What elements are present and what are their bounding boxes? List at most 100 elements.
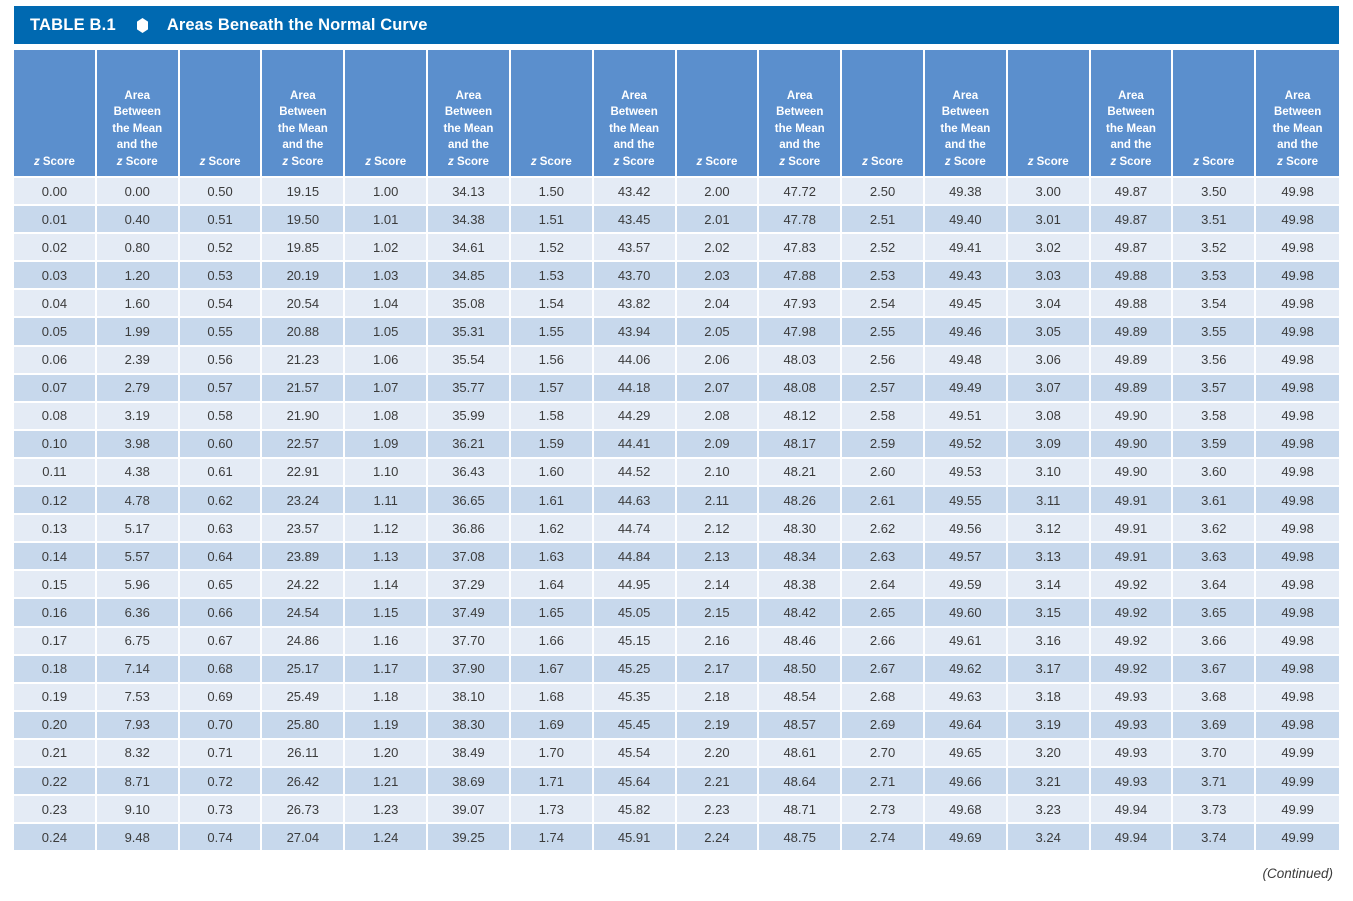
cell-area: 49.93	[1090, 683, 1174, 712]
cell-z-score: 3.63	[1173, 543, 1257, 572]
cell-area: 49.98	[1256, 374, 1339, 403]
cell-area: 49.98	[1256, 599, 1339, 628]
cell-z-score: 1.67	[510, 655, 594, 684]
cell-z-score: 2.08	[676, 402, 760, 431]
cell-area: 43.82	[593, 290, 677, 319]
table-row: 0.04 1.60 0.54 20.54 1.04 35.08 1.54 43.82 2.04 4…	[14, 290, 1339, 319]
header-area-line: Area	[455, 89, 482, 102]
column-header-area-between-mean-and-z: Area Between the Mean and the z Score	[924, 50, 1008, 178]
cell-z-score: 3.17	[1007, 655, 1091, 684]
cell-area: 49.45	[924, 290, 1008, 319]
cell-area: 48.42	[759, 599, 843, 628]
cell-area: 9.10	[96, 796, 180, 825]
cell-z-score: 0.19	[14, 683, 97, 712]
column-header-area-between-mean-and-z: Area Between the Mean and the z Score	[759, 50, 843, 178]
cell-area: 23.57	[262, 515, 346, 544]
cell-area: 26.11	[262, 739, 346, 768]
cell-area: 21.23	[262, 346, 346, 375]
header-z-score-label: z Score	[779, 155, 821, 168]
cell-z-score: 0.12	[14, 487, 97, 516]
table-title-bar: TABLE B.1 Areas Beneath the Normal Curve	[14, 6, 1339, 44]
table-row: 0.20 7.93 0.70 25.80 1.19 38.30 1.69 45.45 2.19 4…	[14, 711, 1339, 740]
cell-area: 34.13	[428, 178, 511, 207]
cell-area: 24.54	[262, 599, 346, 628]
cell-area: 44.74	[593, 515, 677, 544]
cell-area: 49.65	[924, 739, 1008, 768]
cell-z-score: 0.55	[179, 318, 263, 347]
header-area-line: and the	[1277, 139, 1319, 151]
cell-z-score: 2.05	[676, 318, 760, 347]
cell-area: 49.98	[1256, 402, 1339, 431]
header-z-score-label: z Score	[944, 155, 986, 168]
cell-area: 48.17	[759, 430, 843, 459]
cell-z-score: 3.71	[1173, 767, 1257, 797]
header-z-score-label: z Score	[282, 155, 324, 168]
cell-z-score: 3.02	[1007, 234, 1091, 263]
table-row: 0.23 9.10 0.73 26.73 1.23 39.07 1.73 45.82 2.23 4…	[14, 796, 1339, 825]
cell-area: 49.66	[924, 767, 1008, 797]
cell-area: 49.98	[1256, 430, 1339, 459]
cell-z-score: 0.64	[179, 543, 263, 572]
cell-z-score: 3.70	[1173, 739, 1257, 768]
cell-area: 49.98	[1256, 458, 1339, 488]
cell-z-score: 1.01	[345, 206, 429, 235]
cell-z-score: 2.13	[676, 543, 760, 572]
header-area-line: Between	[776, 106, 824, 118]
cell-z-score: 1.17	[345, 655, 429, 684]
cell-area: 49.90	[1090, 458, 1174, 488]
cell-z-score: 2.21	[676, 767, 760, 797]
cell-z-score: 2.01	[676, 206, 760, 235]
cell-area: 37.90	[428, 655, 511, 684]
cell-area: 44.63	[593, 487, 677, 516]
cell-area: 27.04	[262, 824, 346, 853]
cell-area: 39.25	[428, 824, 511, 853]
cell-z-score: 0.00	[14, 178, 97, 207]
cell-area: 26.42	[262, 767, 346, 797]
cell-z-score: 0.21	[14, 739, 97, 768]
table-row: 0.13 5.17 0.63 23.57 1.12 36.86 1.62 44.74 2.12 4…	[14, 515, 1339, 544]
cell-z-score: 2.69	[842, 711, 925, 740]
cell-area: 49.88	[1090, 290, 1174, 319]
cell-z-score: 1.14	[345, 571, 429, 600]
cell-area: 8.71	[96, 767, 180, 797]
header-area-line: Area	[1284, 89, 1311, 102]
table-row: 0.22 8.71 0.72 26.42 1.21 38.69 1.71 45.64 2.21 4…	[14, 767, 1339, 797]
cell-z-score: 1.70	[510, 739, 594, 768]
table-row: 0.21 8.32 0.71 26.11 1.20 38.49 1.70 45.54 2.20 4…	[14, 739, 1339, 768]
cell-area: 5.96	[96, 571, 180, 600]
cell-area: 22.91	[262, 458, 346, 488]
column-header-z-score: z Score	[510, 50, 594, 178]
table-header-row: z Score Area Between the Mean and the z Score…	[14, 50, 1339, 178]
header-z-score-label: z Score	[696, 155, 738, 168]
cell-z-score: 0.53	[179, 262, 263, 291]
cell-z-score: 1.52	[510, 234, 594, 263]
cell-area: 0.80	[96, 234, 180, 263]
cell-z-score: 2.03	[676, 262, 760, 291]
cell-area: 7.53	[96, 683, 180, 712]
cell-area: 38.69	[428, 767, 511, 797]
cell-area: 4.38	[96, 458, 180, 488]
column-header-z-score: z Score	[1007, 50, 1091, 178]
cell-z-score: 1.09	[345, 430, 429, 459]
cell-area: 35.77	[428, 374, 511, 403]
cell-z-score: 2.74	[842, 824, 925, 853]
cell-area: 44.18	[593, 374, 677, 403]
cell-z-score: 1.13	[345, 543, 429, 572]
cell-z-score: 3.21	[1007, 767, 1091, 797]
table-row: 0.19 7.53 0.69 25.49 1.18 38.10 1.68 45.35 2.18 4…	[14, 683, 1339, 712]
cell-z-score: 1.53	[510, 262, 594, 291]
cell-area: 23.89	[262, 543, 346, 572]
cell-area: 44.41	[593, 430, 677, 459]
cell-z-score: 3.14	[1007, 571, 1091, 600]
cell-z-score: 0.56	[179, 346, 263, 375]
cell-area: 1.20	[96, 262, 180, 291]
cell-area: 43.42	[593, 178, 677, 207]
table-row: 0.10 3.98 0.60 22.57 1.09 36.21 1.59 44.41 2.09 4…	[14, 430, 1339, 459]
header-area-line: Between	[1273, 106, 1322, 118]
cell-z-score: 0.60	[179, 430, 263, 459]
cell-area: 43.57	[593, 234, 677, 263]
table-row: 0.03 1.20 0.53 20.19 1.03 34.85 1.53 43.70 2.03 4…	[14, 262, 1339, 291]
continued-note: (Continued)	[1262, 866, 1333, 882]
cell-z-score: 1.66	[510, 627, 594, 656]
cell-z-score: 3.60	[1173, 458, 1257, 488]
